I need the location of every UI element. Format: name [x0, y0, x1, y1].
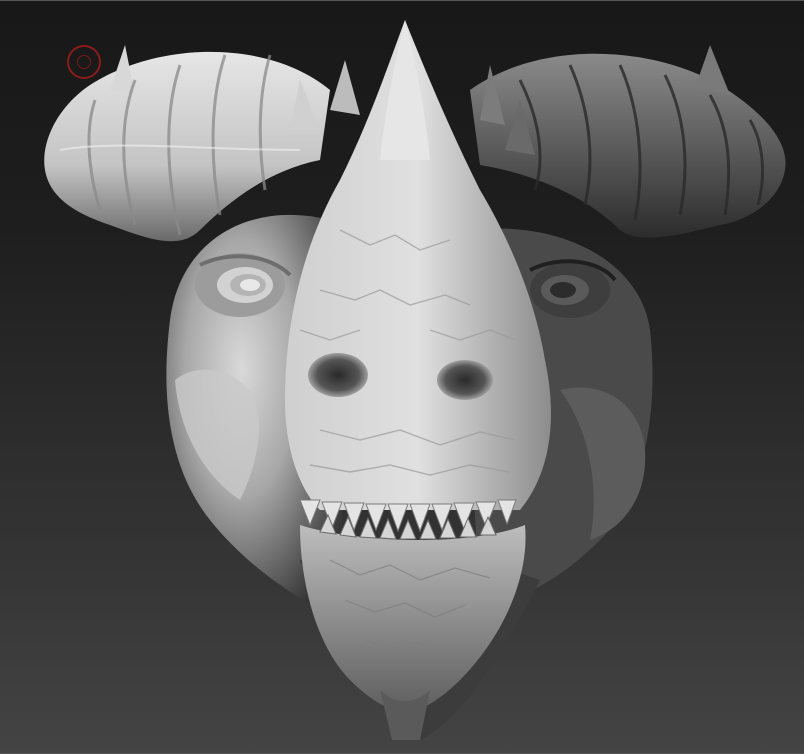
sculpt-viewport[interactable]: [0, 0, 804, 754]
brush-cursor-inner: [77, 55, 91, 69]
lower-teeth: [319, 513, 497, 540]
lower-jaw: [300, 525, 526, 712]
right-nostril: [437, 360, 493, 400]
circle-brush-icon[interactable]: [67, 45, 101, 79]
dragon-head-sculpt[interactable]: [0, 0, 804, 754]
left-nostril: [308, 353, 368, 397]
